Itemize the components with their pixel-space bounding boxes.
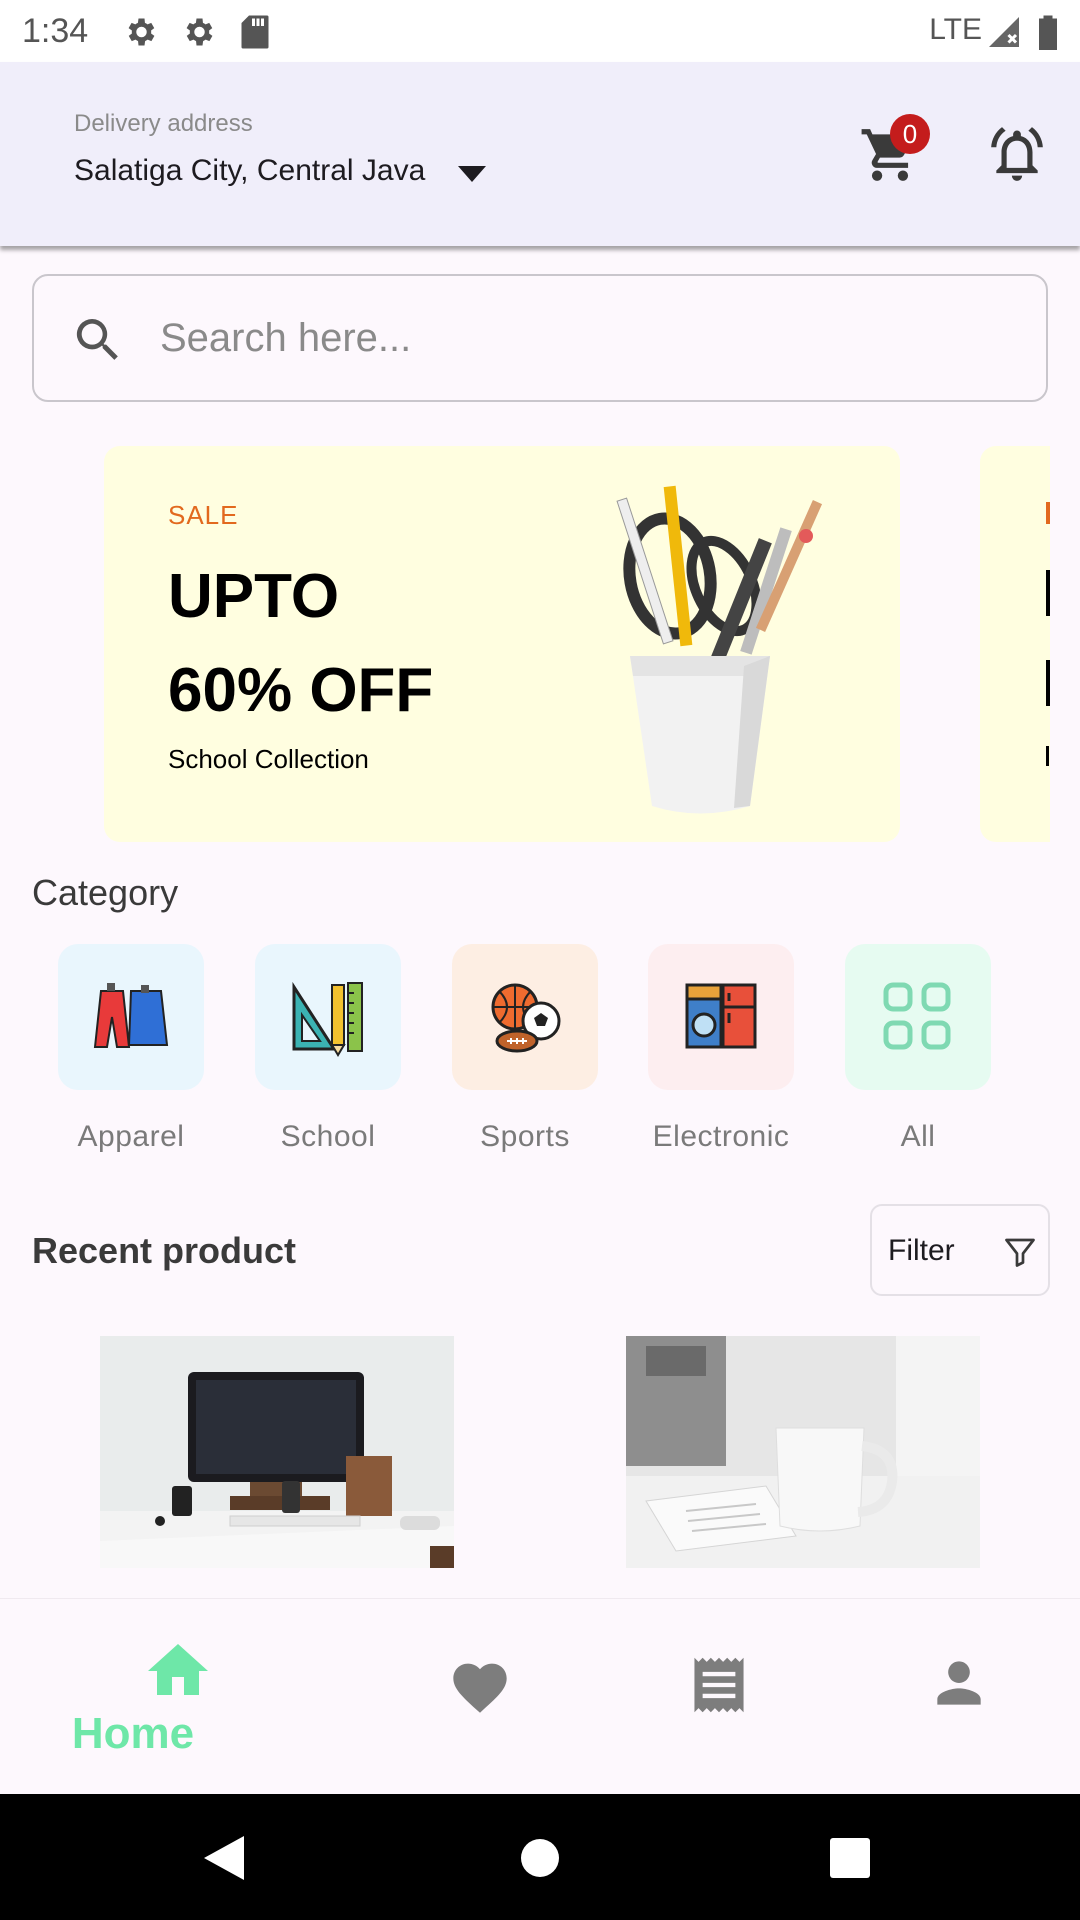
recent-product-title: Recent product [32,1230,297,1271]
banner-headline-line1: UPTO [168,562,340,631]
category-tile[interactable] [255,944,401,1090]
status-time: 1:34 [22,12,89,50]
category-label: Sports [480,1120,570,1153]
notification-bell-icon[interactable] [986,124,1048,186]
pencil-cup-image [616,485,823,814]
banner-subtitle: School Collection [168,744,369,774]
delivery-address-label: Delivery address [74,110,253,137]
nav-favorites[interactable] [345,1599,615,1795]
category-label: School [280,1120,376,1153]
category-tile[interactable] [58,944,204,1090]
category-label: Apparel [77,1120,185,1153]
cart-count-badge: 0 [890,114,930,154]
signal-icon [989,17,1019,47]
banner-headline: UPTO 60% OFF [168,550,433,738]
system-navigation-bar [0,1794,1080,1920]
category-apparel[interactable]: Apparel [58,944,204,1153]
settings-icon [128,18,155,46]
promo-banner-next[interactable] [980,446,1050,842]
nav-home[interactable]: Home [44,1599,314,1795]
battery-icon [1039,15,1057,50]
back-icon[interactable] [204,1836,244,1880]
network-type: LTE [929,13,982,46]
nav-profile[interactable] [825,1599,1080,1795]
status-bar: 1:34 LTE [0,0,1080,62]
search-input[interactable] [160,302,1020,374]
settings-icon [186,18,213,46]
product-image-mug [626,1336,980,1568]
product-card[interactable] [626,1336,980,1568]
product-image-monitor [100,1336,454,1568]
filter-button[interactable]: Filter [870,1204,1050,1296]
peek-text-mark [1046,660,1050,706]
sports-balls-icon [491,983,561,1053]
person-icon [937,1661,981,1705]
category-sports[interactable]: Sports [452,944,598,1153]
dropdown-arrow-icon[interactable] [458,166,486,182]
appliances-icon [685,983,757,1049]
category-label: Electronic [652,1120,790,1153]
peek-text-mark [1046,570,1050,616]
bottom-navigation: Home [0,1598,1080,1794]
app-header: Delivery address Salatiga City, Central … [0,62,1080,246]
apparel-icon [93,983,169,1048]
category-tile[interactable] [845,944,991,1090]
receipt-icon [694,1657,744,1713]
filter-label: Filter [888,1234,955,1267]
grid-icon [883,982,951,1050]
recents-icon[interactable] [830,1838,870,1878]
category-title: Category [32,872,179,913]
filter-funnel-icon [1005,1238,1035,1267]
category-school[interactable]: School [255,944,401,1153]
promo-banner[interactable]: SALE UPTO 60% OFF School Collection [104,446,900,842]
search-icon [76,319,118,360]
nav-home-label: Home [71,1709,195,1758]
sd-card-icon [241,15,269,49]
peek-tag-mark [1046,502,1050,524]
search-bar[interactable] [32,274,1048,402]
home-circle-icon[interactable] [520,1838,560,1878]
product-card[interactable] [100,1336,454,1568]
nav-orders[interactable] [585,1599,855,1795]
school-supplies-icon [292,981,363,1057]
category-tile[interactable] [452,944,598,1090]
heart-icon [453,1663,507,1713]
category-label: All [900,1120,936,1153]
category-tile[interactable] [648,944,794,1090]
peek-text-mark [1046,746,1049,766]
banner-tag: SALE [168,500,239,530]
home-icon [148,1644,208,1695]
banner-headline-line2: 60% OFF [168,656,434,725]
category-all[interactable]: All [845,944,991,1153]
category-electronic[interactable]: Electronic [648,944,794,1153]
delivery-address-selector[interactable]: Salatiga City, Central Java [74,154,425,188]
